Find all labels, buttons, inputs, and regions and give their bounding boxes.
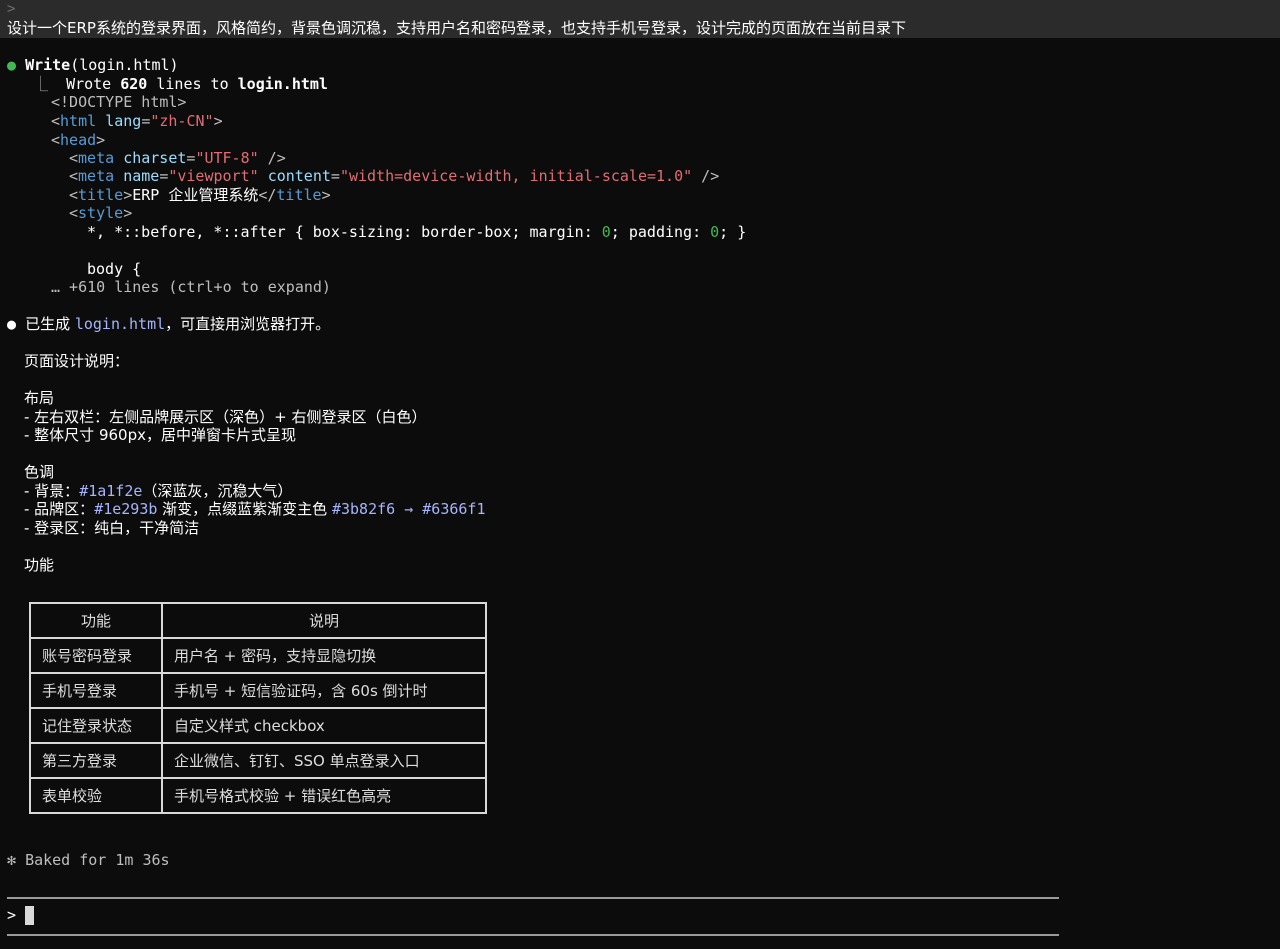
color-heading: 色调	[24, 463, 55, 481]
result-line-count: 620	[120, 75, 148, 93]
tool-name: Write	[25, 56, 71, 74]
table-cell: 用户名 + 密码，支持显隐切换	[161, 637, 487, 674]
table-header-cell: 功能	[29, 602, 163, 639]
response-intro: ● 已生成 login.html，可直接用浏览器打开。	[7, 315, 331, 333]
table-row: 手机号登录 手机号 + 短信验证码，含 60s 倒计时	[29, 672, 487, 709]
table-cell: 手机号登录	[29, 672, 163, 709]
layout-item: - 整体尺寸 960px，居中弹窗卡片式呈现	[24, 426, 296, 444]
response-bullet-icon: ●	[7, 315, 17, 333]
section-title: 页面设计说明：	[24, 352, 130, 370]
code-line-meta-charset: <meta charset="UTF-8" />	[69, 149, 286, 167]
input-caret: >	[7, 906, 17, 924]
table-cell: 手机号格式校验 + 错误红色高亮	[161, 777, 487, 814]
asterisk-icon: ✻	[7, 851, 17, 869]
status-line: ✻ Baked for 1m 36s	[7, 851, 170, 870]
code-line-head: <head>	[51, 131, 106, 149]
table-row: 记住登录状态 自定义样式 checkbox	[29, 707, 487, 744]
user-prompt-bar: > 设计一个ERP系统的登录界面，风格简约，背景色调沉稳，支持用户名和密码登录，…	[0, 0, 1280, 38]
code-line-body: body {	[87, 260, 142, 278]
layout-item: - 左右双栏：左侧品牌展示区（深色）+ 右侧登录区（白色）	[24, 408, 427, 426]
table-cell: 账号密码登录	[29, 637, 163, 674]
color-item-brand: - 品牌区：#1e293b 渐变，点缀蓝紫渐变主色 #3b82f6 → #636…	[24, 500, 486, 518]
table-cell: 第三方登录	[29, 742, 163, 779]
code-line-style: <style>	[69, 204, 133, 222]
color-item-login: - 登录区：纯白，干净简洁	[24, 519, 200, 537]
prompt-caret: >	[7, 1, 16, 17]
tool-call-header: ● Write(login.html)	[7, 56, 179, 75]
table-cell: 手机号 + 短信验证码，含 60s 倒计时	[161, 672, 487, 709]
code-line-title: <title>ERP 企业管理系统</title>	[69, 186, 331, 204]
input-line[interactable]: >	[7, 906, 35, 925]
layout-heading: 布局	[24, 389, 55, 407]
code-line-doctype: <!DOCTYPE html>	[51, 93, 187, 111]
expand-hint[interactable]: … +610 lines (ctrl+o to expand)	[51, 278, 331, 297]
code-line-meta-viewport: <meta name="viewport" content="width=dev…	[69, 167, 720, 185]
table-row: 账号密码登录 用户名 + 密码，支持显隐切换	[29, 637, 487, 674]
status-text: Baked for 1m 36s	[25, 851, 170, 869]
tool-result: ⎿ Wrote 620 lines to login.html	[33, 75, 328, 93]
text-cursor	[25, 906, 35, 925]
result-file-name: login.html	[237, 75, 328, 93]
table-header-row: 功能 说明	[29, 602, 487, 639]
tool-arg: (login.html)	[70, 56, 179, 74]
response-file-name: login.html	[74, 315, 166, 333]
table-cell: 记住登录状态	[29, 707, 163, 744]
input-bottom-divider	[7, 934, 1059, 936]
table-row: 表单校验 手机号格式校验 + 错误红色高亮	[29, 777, 487, 814]
table-cell: 企业微信、钉钉、SSO 单点登录入口	[161, 742, 487, 779]
result-branch-icon: ⎿	[33, 75, 67, 93]
table-cell: 表单校验	[29, 777, 163, 814]
table-cell: 自定义样式 checkbox	[161, 707, 487, 744]
code-line-html: <html lang="zh-CN">	[51, 112, 223, 130]
feature-table: 功能 说明 账号密码登录 用户名 + 密码，支持显隐切换 手机号登录 手机号 +…	[29, 602, 487, 814]
input-top-divider	[7, 897, 1059, 899]
table-header-cell: 说明	[161, 602, 487, 639]
success-bullet-icon: ●	[7, 56, 17, 74]
table-row: 第三方登录 企业微信、钉钉、SSO 单点登录入口	[29, 742, 487, 779]
user-prompt-text: 设计一个ERP系统的登录界面，风格简约，背景色调沉稳，支持用户名和密码登录，也支…	[7, 19, 906, 37]
color-item-bg: - 背景：#1a1f2e（深蓝灰，沉稳大气）	[24, 482, 293, 500]
feature-heading: 功能	[24, 556, 55, 574]
code-line-reset: *, *::before, *::after { box-sizing: bor…	[87, 223, 747, 241]
